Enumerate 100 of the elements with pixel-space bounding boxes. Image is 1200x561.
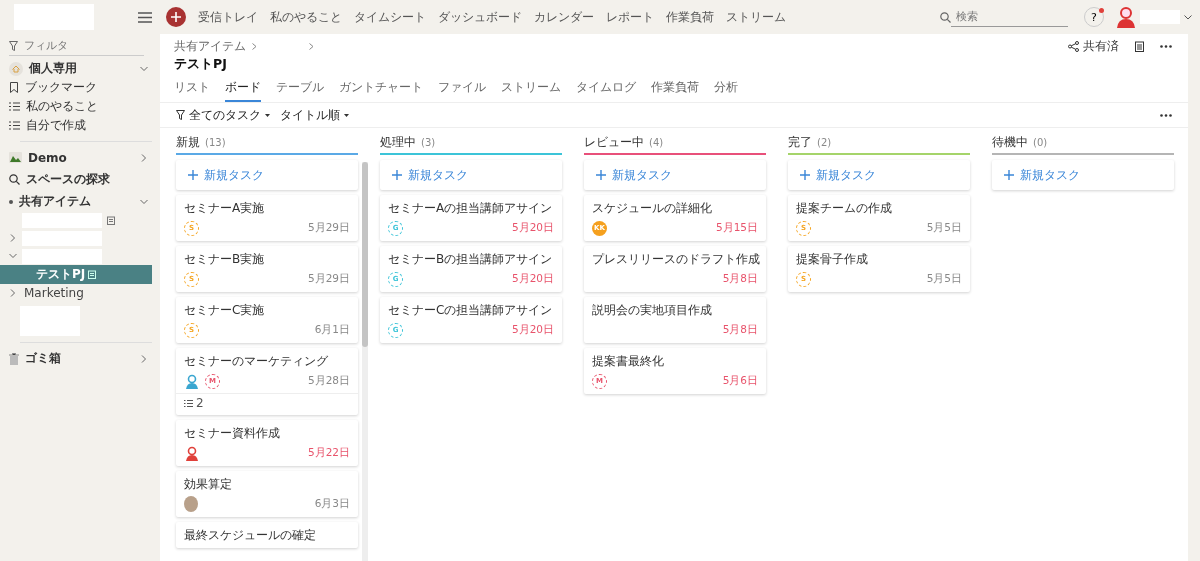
- landscape-icon: [9, 152, 22, 163]
- new-task-link[interactable]: 新規タスク: [408, 166, 468, 184]
- bookmark-icon: [9, 82, 19, 93]
- due-date: 5月28日: [307, 374, 350, 388]
- tab[interactable]: 分析: [714, 76, 738, 102]
- nav-link[interactable]: 私のやること: [270, 8, 342, 26]
- caret-icon[interactable]: [344, 113, 349, 117]
- column-title: 待機中: [992, 134, 1028, 151]
- dropdown-link[interactable]: 全てのタスク: [189, 106, 261, 124]
- search-field[interactable]: 検索: [951, 7, 1068, 27]
- scrollbar[interactable]: [362, 162, 368, 561]
- dot-icon: [9, 199, 13, 204]
- new-task-card[interactable]: 新規タスク: [380, 160, 562, 190]
- photo-placeholder: [184, 496, 198, 512]
- calendar-icon[interactable]: [1135, 41, 1144, 52]
- new-task-link[interactable]: 新規タスク: [612, 166, 672, 184]
- new-task-link[interactable]: 新規タスク: [1020, 166, 1080, 184]
- nav-link[interactable]: ストリーム: [726, 8, 786, 26]
- due-date: 5月8日: [722, 272, 758, 286]
- task-title: セミナーA実施: [184, 201, 266, 216]
- new-task-card[interactable]: 新規タスク: [584, 160, 766, 190]
- tab[interactable]: テーブル: [276, 76, 324, 102]
- tab[interactable]: ボード: [225, 76, 261, 102]
- filter-icon: [176, 110, 185, 120]
- due-date: 5月5日: [926, 221, 962, 235]
- due-date: 5月8日: [722, 323, 758, 337]
- tree-item[interactable]: テストPJ: [0, 265, 152, 284]
- column-title: 新規: [176, 134, 200, 151]
- task-title: セミナーAの担当講師アサイン: [388, 201, 554, 216]
- list-icon: [9, 102, 20, 111]
- sidebar-item[interactable]: Demo: [28, 150, 134, 165]
- task-count: (2): [817, 137, 832, 148]
- tab[interactable]: リスト: [174, 76, 210, 102]
- sidebar-item[interactable]: 共有アイテム: [19, 193, 134, 210]
- task-title: 提案書最終化: [592, 354, 665, 369]
- sidebar-item[interactable]: 自分で作成: [26, 117, 86, 134]
- chevron-right-icon: [252, 43, 257, 50]
- search-icon: [9, 174, 20, 185]
- nav-link[interactable]: カレンダー: [534, 8, 594, 26]
- task-card[interactable]: 最終スケジュールの確定: [176, 522, 358, 548]
- due-date: 6月1日: [314, 323, 350, 337]
- tab[interactable]: ファイル: [438, 76, 486, 102]
- more-icon[interactable]: [1160, 113, 1172, 117]
- task-card[interactable]: セミナー資料作成 5月22日: [176, 420, 358, 466]
- breadcrumb-link[interactable]: 共有アイテム: [174, 38, 246, 55]
- nav-link[interactable]: 作業負荷: [666, 8, 714, 26]
- filter-field[interactable]: フィルタ: [24, 36, 134, 55]
- column-title: 完了: [788, 134, 812, 151]
- task-card[interactable]: 効果算定 6月3日: [176, 471, 358, 517]
- dropdown-link[interactable]: タイトル順: [280, 106, 340, 124]
- menu-icon[interactable]: [138, 11, 152, 23]
- task-title: 効果算定: [184, 477, 233, 492]
- tab[interactable]: ストリーム: [501, 76, 561, 102]
- chevron-right-icon[interactable]: [140, 354, 148, 363]
- tab[interactable]: タイムログ: [576, 76, 636, 102]
- plus-icon[interactable]: [188, 170, 198, 180]
- due-date: 5月5日: [926, 272, 962, 286]
- task-title: セミナーBの担当講師アサイン: [388, 252, 554, 267]
- share-icon[interactable]: [1068, 41, 1079, 52]
- tab[interactable]: 作業負荷: [651, 76, 699, 102]
- plus-icon[interactable]: [1004, 170, 1014, 180]
- sidebar-item[interactable]: 個人専用: [29, 60, 134, 77]
- nav-link[interactable]: レポート: [606, 8, 654, 26]
- sidebar-item[interactable]: 私のやること: [26, 98, 98, 115]
- plus-icon[interactable]: [800, 170, 810, 180]
- more-icon[interactable]: [1160, 45, 1172, 48]
- subtask-count: 2: [196, 396, 204, 410]
- chevron-right-icon[interactable]: [9, 234, 17, 242]
- task-title: 最終スケジュールの確定: [184, 528, 317, 543]
- tree-item[interactable]: Marketing: [22, 286, 86, 300]
- new-task-link[interactable]: 新規タスク: [816, 166, 876, 184]
- nav-link[interactable]: ダッシュボード: [438, 8, 522, 26]
- chevron-right-icon[interactable]: [140, 153, 148, 162]
- plus-icon[interactable]: [596, 170, 606, 180]
- column-title: レビュー中: [584, 134, 644, 151]
- task-title: スケジュールの詳細化: [592, 201, 713, 216]
- home-icon: [9, 61, 23, 76]
- new-task-card[interactable]: 新規タスク: [788, 160, 970, 190]
- user-avatar-icon[interactable]: [1116, 6, 1136, 28]
- new-task-card[interactable]: 新規タスク: [992, 160, 1174, 190]
- nav-link[interactable]: タイムシート: [354, 8, 426, 26]
- nav-link[interactable]: 受信トレイ: [198, 8, 258, 26]
- add-icon[interactable]: [166, 7, 186, 27]
- task-title: セミナーC実施: [184, 303, 266, 318]
- new-task-card[interactable]: 新規タスク: [176, 160, 358, 190]
- sidebar-item[interactable]: スペースの探求: [26, 171, 148, 188]
- tab[interactable]: ガントチャート: [339, 76, 423, 102]
- plus-icon[interactable]: [392, 170, 402, 180]
- chevron-right-icon[interactable]: [9, 289, 17, 297]
- share-link[interactable]: 共有済: [1083, 38, 1119, 55]
- chevron-down-icon[interactable]: [1184, 14, 1192, 20]
- caret-icon[interactable]: [265, 113, 270, 117]
- new-task-link[interactable]: 新規タスク: [204, 166, 264, 184]
- task-card[interactable]: 説明会の実地項目作成 5月8日: [584, 297, 766, 343]
- sidebar-item[interactable]: ブックマーク: [25, 79, 97, 96]
- task-card[interactable]: プレスリリースのドラフト作成 5月8日: [584, 246, 766, 292]
- help-button[interactable]: ?: [1084, 7, 1104, 27]
- due-date: 5月15日: [715, 221, 758, 235]
- task-count: (13): [205, 137, 226, 148]
- sidebar-item[interactable]: ゴミ箱: [25, 350, 134, 367]
